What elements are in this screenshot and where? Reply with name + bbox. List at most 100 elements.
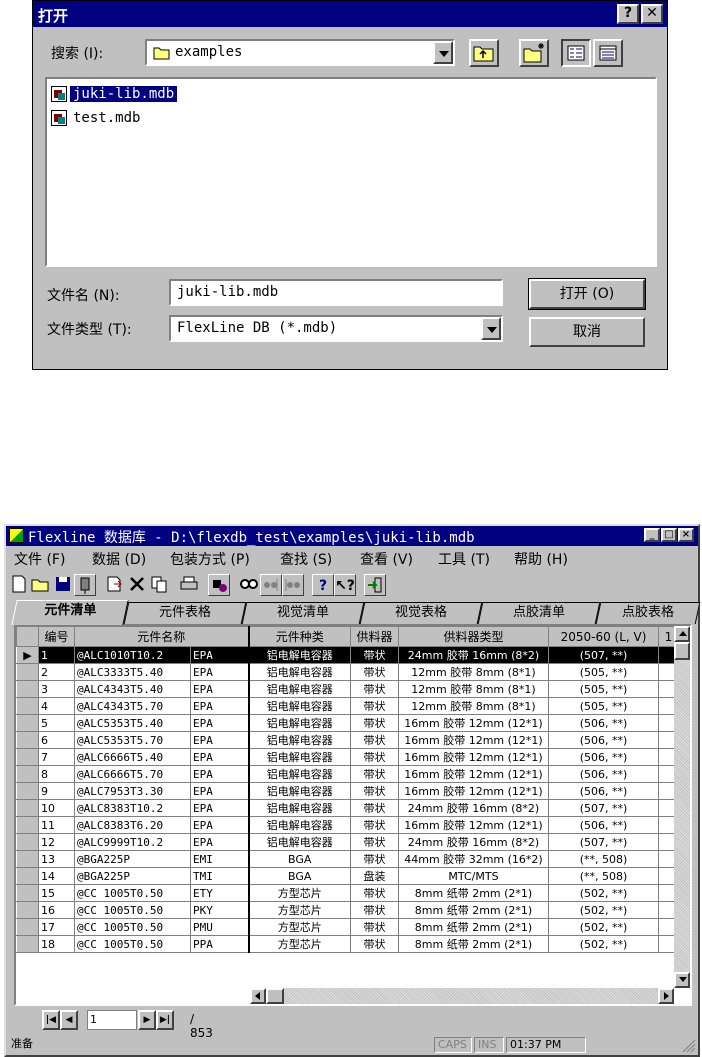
table-row[interactable]: 11 @ALC8383T6.20 EPA 铝电解电容器 带状 16mm 胶带 12mm (…: [16, 816, 679, 834]
file-item-juki-lib[interactable]: juki-lib.mdb: [51, 83, 179, 105]
resize-grip-icon[interactable]: [682, 1039, 696, 1053]
new-folder-button[interactable]: [519, 39, 549, 67]
vertical-scrollbar[interactable]: [674, 626, 690, 988]
row-indicator[interactable]: [16, 816, 39, 834]
filetype-combo[interactable]: FlexLine DB (*.mdb): [169, 315, 503, 342]
minimize-button[interactable]: _: [644, 528, 660, 542]
menu-file[interactable]: 文件 (F): [14, 549, 65, 569]
location-dropdown-arrow[interactable]: [433, 41, 453, 64]
table-row[interactable]: 10 @ALC8383T10.2 EPA 铝电解电容器 带状 24mm 胶带 16mm (…: [16, 799, 679, 817]
cancel-button[interactable]: 取消: [529, 317, 645, 347]
record-number-input[interactable]: 1: [87, 1010, 137, 1030]
table-row[interactable]: 3 @ALC4343T5.40 EPA 铝电解电容器 带状 12mm 胶带 8mm (8*…: [16, 680, 679, 698]
exit-icon[interactable]: [364, 574, 386, 596]
menu-data[interactable]: 数据 (D): [92, 549, 146, 569]
next-record-icon[interactable]: ▶: [138, 1010, 156, 1030]
column-header-feeder[interactable]: 供料器: [350, 626, 399, 647]
row-indicator[interactable]: [16, 680, 39, 698]
table-row[interactable]: 17 @CC 1005T0.50 PMU 方型芯片 带状 8mm 纸带 2mm (2*1)…: [16, 918, 679, 936]
previous-record-icon[interactable]: ◀: [60, 1010, 78, 1030]
row-indicator[interactable]: [16, 918, 39, 936]
table-row[interactable]: 7 @ALC6666T5.40 EPA 铝电解电容器 带状 16mm 胶带 12mm (1…: [16, 748, 679, 766]
row-indicator[interactable]: [16, 714, 39, 732]
feeder-icon[interactable]: [74, 574, 96, 596]
first-record-icon[interactable]: |◀: [42, 1010, 60, 1030]
table-row[interactable]: 18 @CC 1005T0.50 PPA 方型芯片 带状 8mm 纸带 2mm (2*1)…: [16, 935, 679, 953]
table-row[interactable]: 15 @CC 1005T0.50 ETY 方型芯片 带状 8mm 纸带 2mm (2*1)…: [16, 884, 679, 902]
new-file-icon[interactable]: [8, 574, 30, 596]
help-button[interactable]: ?: [617, 4, 639, 24]
vertical-scroll-thumb[interactable]: [674, 642, 690, 660]
row-indicator[interactable]: ▶: [16, 646, 39, 664]
up-folder-button[interactable]: [469, 39, 499, 67]
list-view-button[interactable]: [561, 39, 591, 67]
row-indicator[interactable]: [16, 799, 39, 817]
menu-packaging[interactable]: 包装方式 (P): [170, 549, 250, 569]
menu-help[interactable]: 帮助 (H): [514, 549, 568, 569]
component-icon[interactable]: [208, 574, 230, 596]
table-row[interactable]: 6 @ALC5353T5.70 EPA 铝电解电容器 带状 16mm 胶带 12mm (1…: [16, 731, 679, 749]
details-view-button[interactable]: [593, 39, 623, 67]
menu-tools[interactable]: 工具 (T): [438, 549, 490, 569]
scroll-left-arrow-icon[interactable]: [250, 988, 266, 1004]
table-row[interactable]: 8 @ALC6666T5.70 EPA 铝电解电容器 带状 16mm 胶带 12mm (1…: [16, 765, 679, 783]
filetype-dropdown-arrow[interactable]: [481, 317, 501, 340]
table-row[interactable]: ▶ 1 @ALC1010T10.2 EPA 铝电解电容器 带状 24mm 胶带 16mm (…: [16, 646, 679, 664]
row-indicator[interactable]: [16, 850, 39, 868]
file-item-test[interactable]: test.mdb: [51, 107, 143, 129]
table-row[interactable]: 9 @ALC7953T3.30 EPA 铝电解电容器 带状 16mm 胶带 12mm (1…: [16, 782, 679, 800]
table-row[interactable]: 13 @BGA225P EMI BGA 带状 44mm 胶带 32mm (16*2) (**…: [16, 850, 679, 868]
maximize-button[interactable]: □: [661, 528, 677, 542]
row-indicator[interactable]: [16, 833, 39, 851]
copy-icon[interactable]: [148, 574, 170, 596]
tab-vision-list[interactable]: 视觉清单: [241, 602, 365, 624]
context-help-icon[interactable]: ↖?: [334, 574, 356, 596]
table-row[interactable]: 5 @ALC5353T5.40 EPA 铝电解电容器 带状 16mm 胶带 12mm (1…: [16, 714, 679, 732]
row-indicator[interactable]: [16, 867, 39, 885]
insert-record-icon[interactable]: [104, 574, 126, 596]
row-indicator[interactable]: [16, 935, 39, 953]
horizontal-scrollbar[interactable]: [250, 988, 674, 1004]
row-indicator[interactable]: [16, 731, 39, 749]
filename-input[interactable]: juki-lib.mdb: [169, 279, 503, 306]
tab-vision-table[interactable]: 视觉表格: [359, 602, 483, 624]
table-row[interactable]: 12 @ALC9999T10.2 EPA 铝电解电容器 带状 24mm 胶带 16mm (…: [16, 833, 679, 851]
component-grid[interactable]: 编号 元件名称 元件种类 供料器 供料器类型 2050-60 (L, V) 1 …: [14, 624, 692, 1006]
table-row[interactable]: 16 @CC 1005T0.50 PKY 方型芯片 带状 8mm 纸带 2mm (2*1)…: [16, 901, 679, 919]
last-record-icon[interactable]: ▶|: [156, 1010, 174, 1030]
open-button[interactable]: 打开 (O): [528, 278, 646, 310]
row-indicator[interactable]: [16, 901, 39, 919]
file-list[interactable]: juki-lib.mdb test.mdb: [45, 77, 657, 267]
window-title-bar[interactable]: Flexline 数据库 - D:\flexdb_test\examples\j…: [6, 526, 698, 546]
print-icon[interactable]: [178, 574, 200, 596]
tab-dispense-table[interactable]: 点胶表格: [595, 602, 701, 624]
row-indicator[interactable]: [16, 748, 39, 766]
menu-find[interactable]: 查找 (S): [280, 549, 332, 569]
tab-dispense-list[interactable]: 点胶清单: [477, 602, 601, 624]
horizontal-scroll-thumb[interactable]: [266, 988, 284, 1004]
window-close-button[interactable]: ×: [678, 528, 694, 542]
delete-icon[interactable]: [126, 574, 148, 596]
column-header-name[interactable]: 元件名称: [74, 626, 250, 647]
save-icon[interactable]: [52, 574, 74, 596]
find-next-icon[interactable]: [260, 574, 282, 596]
scroll-up-arrow-icon[interactable]: [674, 626, 690, 642]
find-icon[interactable]: [238, 574, 260, 596]
close-button[interactable]: ✕: [641, 4, 663, 24]
column-header-2050-60[interactable]: 2050-60 (L, V): [548, 626, 659, 647]
tab-component-table[interactable]: 元件表格: [123, 602, 247, 624]
row-indicator[interactable]: [16, 765, 39, 783]
column-header-feeder-type[interactable]: 供料器类型: [398, 626, 549, 647]
table-row[interactable]: 2 @ALC3333T5.40 EPA 铝电解电容器 带状 12mm 胶带 8mm (8*…: [16, 663, 679, 681]
row-indicator[interactable]: [16, 782, 39, 800]
row-indicator[interactable]: [16, 697, 39, 715]
help-icon[interactable]: ?: [312, 574, 334, 596]
open-folder-icon[interactable]: [30, 574, 52, 596]
find-previous-icon[interactable]: [282, 574, 304, 596]
scroll-right-arrow-icon[interactable]: [658, 988, 674, 1004]
column-header-kind[interactable]: 元件种类: [248, 626, 351, 647]
table-row[interactable]: 14 @BGA225P TMI BGA 盘装 MTC/MTS (**, 508): [16, 867, 679, 885]
scroll-down-arrow-icon[interactable]: [674, 972, 690, 988]
location-combo[interactable]: examples: [145, 39, 455, 66]
column-header-id[interactable]: 编号: [38, 626, 75, 647]
